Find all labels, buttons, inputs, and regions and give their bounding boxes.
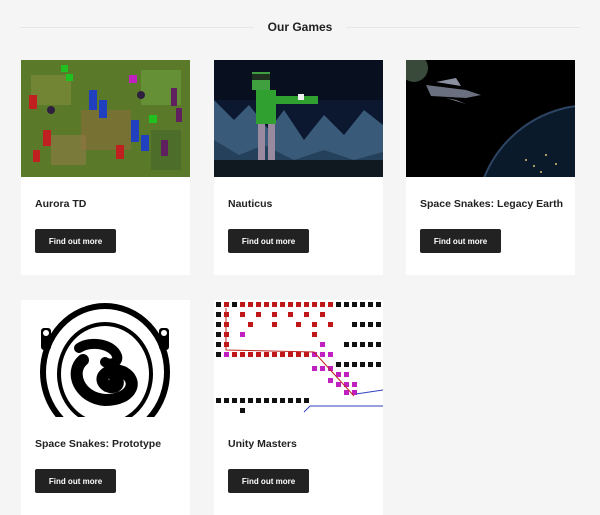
- find-out-more-button[interactable]: Find out more: [228, 229, 309, 253]
- section-title: Our Games: [267, 20, 333, 34]
- find-out-more-button[interactable]: Find out more: [228, 469, 309, 493]
- space-snakes-prototype-thumbnail[interactable]: [21, 300, 190, 417]
- find-out-more-button[interactable]: Find out more: [35, 229, 116, 253]
- game-card-space-snakes-legacy-earth: Space Snakes: Legacy Earth Find out more: [406, 60, 575, 275]
- space-snakes-legacy-earth-thumbnail[interactable]: [406, 60, 575, 177]
- nauticus-thumbnail[interactable]: [214, 60, 383, 177]
- game-title: Aurora TD: [35, 198, 87, 210]
- header-rule-left: [20, 26, 254, 28]
- section-header: Our Games: [20, 14, 581, 40]
- game-title: Space Snakes: Prototype: [35, 438, 162, 450]
- unity-masters-thumbnail[interactable]: [214, 300, 383, 417]
- game-card-unity-masters: Unity Masters Find out more: [214, 300, 383, 515]
- game-card-nauticus: Nauticus Find out more: [214, 60, 383, 275]
- find-out-more-button[interactable]: Find out more: [420, 229, 501, 253]
- header-rule-right: [346, 26, 581, 28]
- game-title: Unity Masters: [228, 438, 297, 450]
- game-title: Nauticus: [228, 198, 273, 210]
- game-title: Space Snakes: Legacy Earth: [420, 198, 563, 210]
- game-card-space-snakes-prototype: Space Snakes: Prototype Find out more: [21, 300, 190, 515]
- find-out-more-button[interactable]: Find out more: [35, 469, 116, 493]
- game-card-aurora-td: Aurora TD Find out more: [21, 60, 190, 275]
- aurora-td-thumbnail[interactable]: [21, 60, 190, 177]
